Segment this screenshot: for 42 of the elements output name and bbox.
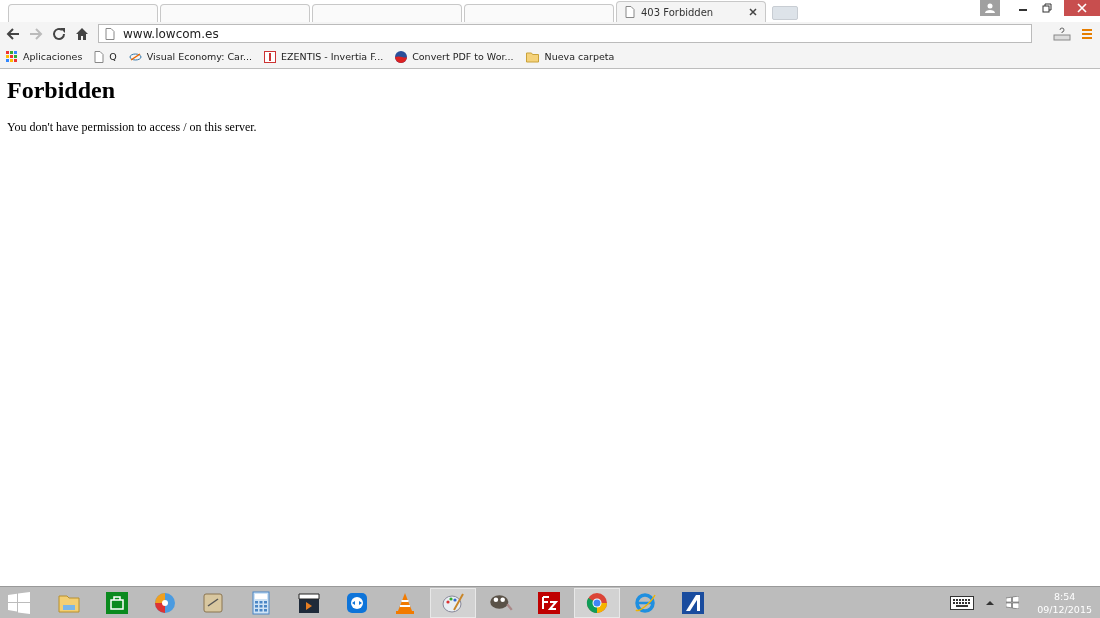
page-heading: Forbidden — [7, 77, 116, 104]
bookmark-item[interactable]: EZENTIS - Invertia F... — [264, 50, 384, 63]
ftp-icon — [537, 590, 561, 615]
clock-time: 8:54 — [1053, 589, 1076, 603]
globe-icon — [395, 50, 408, 63]
info-icon — [264, 50, 277, 63]
keyboard-icon[interactable] — [950, 595, 975, 610]
calculator-icon — [249, 590, 273, 615]
clapperboard-icon — [297, 590, 321, 615]
user-icon[interactable] — [980, 0, 1000, 16]
arrows-icon — [345, 590, 369, 615]
clock-date: 09/12/2015 — [1037, 602, 1092, 616]
bookmark-item[interactable]: Aplicaciones — [6, 50, 83, 63]
disc-icon — [153, 590, 177, 615]
windows-start-icon[interactable] — [8, 591, 30, 614]
bookmark-item[interactable]: Convert PDF to Wor... — [395, 50, 514, 63]
address-bar[interactable]: www.lowcom.es — [98, 24, 1032, 43]
back-icon[interactable] — [6, 26, 20, 41]
apps-grid-icon — [6, 50, 18, 63]
bookmark-item[interactable]: Visual Economy: Car... — [128, 51, 253, 62]
page-icon — [625, 6, 635, 18]
store-bag-icon — [105, 590, 129, 615]
bookmark-item[interactable]: Q — [94, 50, 117, 63]
page-icon — [105, 27, 115, 40]
letter-logo-icon — [681, 590, 705, 615]
menu-icon[interactable] — [1080, 26, 1094, 41]
animal-icon — [489, 594, 513, 611]
browser-icon — [585, 590, 609, 615]
extension-icon[interactable] — [1053, 26, 1071, 41]
page-icon — [94, 50, 105, 63]
folder-icon — [525, 50, 540, 63]
swoosh-icon — [128, 51, 142, 62]
error-message: You don't have permission to access / on this server. — [7, 120, 257, 135]
chevron-up-icon[interactable] — [986, 600, 995, 605]
close-tab-icon[interactable] — [749, 8, 757, 16]
browser-icon — [633, 590, 657, 615]
browser-tab[interactable]: 403 Forbidden — [616, 1, 766, 22]
flag-icon[interactable] — [1006, 596, 1020, 609]
close-icon[interactable] — [1064, 0, 1100, 16]
reload-icon[interactable] — [52, 26, 66, 41]
home-icon[interactable] — [75, 26, 89, 41]
bookmark-item[interactable]: Nueva carpeta — [525, 50, 615, 63]
